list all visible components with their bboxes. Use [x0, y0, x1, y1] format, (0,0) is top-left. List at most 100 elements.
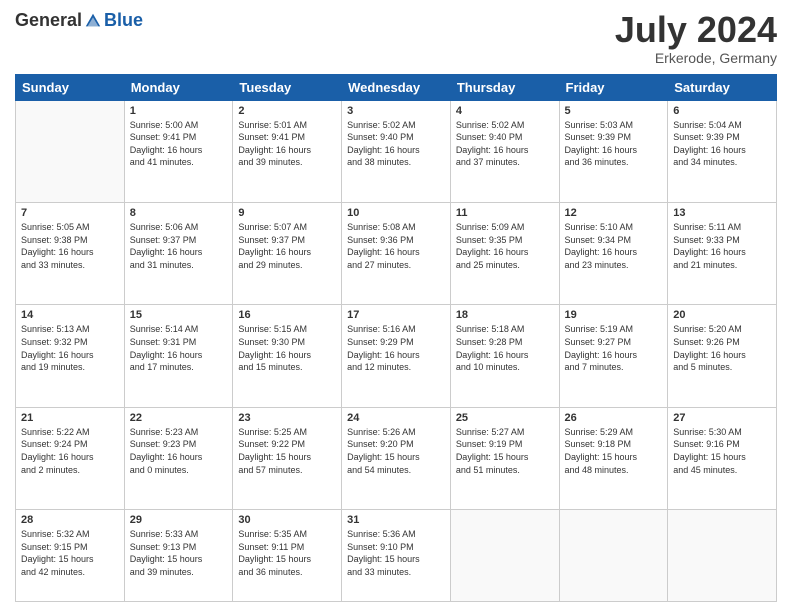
week-row-0: 1 Sunrise: 5:00 AM Sunset: 9:41 PM Daylig…	[16, 100, 777, 202]
day-number: 30	[238, 514, 336, 526]
col-saturday: Saturday	[668, 74, 777, 100]
week-row-4: 28Sunrise: 5:32 AM Sunset: 9:15 PM Dayli…	[16, 510, 777, 602]
day-cell: 25 Sunrise: 5:27 AM Sunset: 9:19 PM Dayli…	[450, 407, 559, 509]
day-info: Sunrise: 5:13 AM Sunset: 9:32 PM Dayligh…	[21, 323, 119, 373]
day-info: Sunrise: 5:05 AM Sunset: 9:38 PM Dayligh…	[21, 221, 119, 271]
day-number: 7	[21, 207, 119, 219]
day-number: 6	[673, 105, 771, 117]
day-info: Sunrise: 5:27 AM Sunset: 9:19 PM Dayligh…	[456, 426, 554, 476]
day-cell: 16 Sunrise: 5:15 AM Sunset: 9:30 PM Dayli…	[233, 305, 342, 407]
day-info: Sunrise: 5:11 AM Sunset: 9:33 PM Dayligh…	[673, 221, 771, 271]
day-number: 26	[565, 412, 663, 424]
day-info: Sunrise: 5:04 AM Sunset: 9:39 PM Dayligh…	[673, 119, 771, 169]
col-wednesday: Wednesday	[342, 74, 451, 100]
day-number: 29	[130, 514, 228, 526]
header: General Blue July 2024 Erkerode, Germany	[15, 10, 777, 66]
day-info: Sunrise: 5:35 AM Sunset: 9:11 PM Dayligh…	[238, 528, 336, 578]
day-number: 11	[456, 207, 554, 219]
day-info: Sunrise: 5:07 AM Sunset: 9:37 PM Dayligh…	[238, 221, 336, 271]
day-number: 16	[238, 309, 336, 321]
day-info: Sunrise: 5:26 AM Sunset: 9:20 PM Dayligh…	[347, 426, 445, 476]
day-info: Sunrise: 5:20 AM Sunset: 9:26 PM Dayligh…	[673, 323, 771, 373]
day-cell: 17 Sunrise: 5:16 AM Sunset: 9:29 PM Dayli…	[342, 305, 451, 407]
week-row-1: 7 Sunrise: 5:05 AM Sunset: 9:38 PM Daylig…	[16, 203, 777, 305]
logo-icon	[84, 12, 102, 30]
week-row-2: 14 Sunrise: 5:13 AM Sunset: 9:32 PM Dayli…	[16, 305, 777, 407]
day-cell: 21 Sunrise: 5:22 AM Sunset: 9:24 PM Dayli…	[16, 407, 125, 509]
day-number: 23	[238, 412, 336, 424]
day-info: Sunrise: 5:03 AM Sunset: 9:39 PM Dayligh…	[565, 119, 663, 169]
day-number: 9	[238, 207, 336, 219]
day-number: 28	[21, 514, 119, 526]
week-row-3: 21 Sunrise: 5:22 AM Sunset: 9:24 PM Dayli…	[16, 407, 777, 509]
day-number: 24	[347, 412, 445, 424]
day-cell: 30 Sunrise: 5:35 AM Sunset: 9:11 PM Dayli…	[233, 510, 342, 602]
day-cell: 24 Sunrise: 5:26 AM Sunset: 9:20 PM Dayli…	[342, 407, 451, 509]
col-thursday: Thursday	[450, 74, 559, 100]
day-cell: 27Sunrise: 5:30 AM Sunset: 9:16 PM Dayli…	[668, 407, 777, 509]
day-cell: 4 Sunrise: 5:02 AM Sunset: 9:40 PM Daylig…	[450, 100, 559, 202]
day-number: 10	[347, 207, 445, 219]
day-info: Sunrise: 5:36 AM Sunset: 9:10 PM Dayligh…	[347, 528, 445, 578]
day-cell: 11 Sunrise: 5:09 AM Sunset: 9:35 PM Dayli…	[450, 203, 559, 305]
day-cell: 15 Sunrise: 5:14 AM Sunset: 9:31 PM Dayli…	[124, 305, 233, 407]
day-cell	[559, 510, 668, 602]
day-info: Sunrise: 5:14 AM Sunset: 9:31 PM Dayligh…	[130, 323, 228, 373]
day-cell: 28Sunrise: 5:32 AM Sunset: 9:15 PM Dayli…	[16, 510, 125, 602]
day-info: Sunrise: 5:29 AM Sunset: 9:18 PM Dayligh…	[565, 426, 663, 476]
day-info: Sunrise: 5:15 AM Sunset: 9:30 PM Dayligh…	[238, 323, 336, 373]
day-cell: 13 Sunrise: 5:11 AM Sunset: 9:33 PM Dayli…	[668, 203, 777, 305]
col-sunday: Sunday	[16, 74, 125, 100]
day-cell: 31 Sunrise: 5:36 AM Sunset: 9:10 PM Dayli…	[342, 510, 451, 602]
day-cell	[16, 100, 125, 202]
day-cell: 5 Sunrise: 5:03 AM Sunset: 9:39 PM Daylig…	[559, 100, 668, 202]
day-cell	[450, 510, 559, 602]
day-info: Sunrise: 5:30 AM Sunset: 9:16 PM Dayligh…	[673, 426, 771, 476]
day-info: Sunrise: 5:16 AM Sunset: 9:29 PM Dayligh…	[347, 323, 445, 373]
day-info: Sunrise: 5:10 AM Sunset: 9:34 PM Dayligh…	[565, 221, 663, 271]
day-number: 13	[673, 207, 771, 219]
day-cell: 2Sunrise: 5:01 AM Sunset: 9:41 PM Daylig…	[233, 100, 342, 202]
day-number: 21	[21, 412, 119, 424]
day-number: 12	[565, 207, 663, 219]
day-number: 8	[130, 207, 228, 219]
day-cell: 6 Sunrise: 5:04 AM Sunset: 9:39 PM Daylig…	[668, 100, 777, 202]
day-number: 22	[130, 412, 228, 424]
day-info: Sunrise: 5:02 AM Sunset: 9:40 PM Dayligh…	[456, 119, 554, 169]
day-cell: 14 Sunrise: 5:13 AM Sunset: 9:32 PM Dayli…	[16, 305, 125, 407]
month-title: July 2024	[615, 10, 777, 50]
day-cell: 20Sunrise: 5:20 AM Sunset: 9:26 PM Dayli…	[668, 305, 777, 407]
day-info: Sunrise: 5:18 AM Sunset: 9:28 PM Dayligh…	[456, 323, 554, 373]
col-tuesday: Tuesday	[233, 74, 342, 100]
title-area: July 2024 Erkerode, Germany	[615, 10, 777, 66]
col-monday: Monday	[124, 74, 233, 100]
day-number: 31	[347, 514, 445, 526]
logo-text: General Blue	[15, 10, 143, 31]
day-info: Sunrise: 5:02 AM Sunset: 9:40 PM Dayligh…	[347, 119, 445, 169]
day-number: 14	[21, 309, 119, 321]
day-number: 17	[347, 309, 445, 321]
day-number: 15	[130, 309, 228, 321]
day-number: 3	[347, 105, 445, 117]
day-number: 5	[565, 105, 663, 117]
day-cell: 26 Sunrise: 5:29 AM Sunset: 9:18 PM Dayli…	[559, 407, 668, 509]
day-cell: 3 Sunrise: 5:02 AM Sunset: 9:40 PM Daylig…	[342, 100, 451, 202]
day-info: Sunrise: 5:23 AM Sunset: 9:23 PM Dayligh…	[130, 426, 228, 476]
day-number: 25	[456, 412, 554, 424]
day-cell: 29Sunrise: 5:33 AM Sunset: 9:13 PM Dayli…	[124, 510, 233, 602]
day-cell: 8 Sunrise: 5:06 AM Sunset: 9:37 PM Daylig…	[124, 203, 233, 305]
day-number: 19	[565, 309, 663, 321]
day-number: 4	[456, 105, 554, 117]
day-cell	[668, 510, 777, 602]
day-info: Sunrise: 5:06 AM Sunset: 9:37 PM Dayligh…	[130, 221, 228, 271]
day-number: 18	[456, 309, 554, 321]
day-cell: 7 Sunrise: 5:05 AM Sunset: 9:38 PM Daylig…	[16, 203, 125, 305]
day-info: Sunrise: 5:19 AM Sunset: 9:27 PM Dayligh…	[565, 323, 663, 373]
day-number: 1	[130, 105, 228, 117]
day-info: Sunrise: 5:00 AM Sunset: 9:41 PM Dayligh…	[130, 119, 228, 169]
day-info: Sunrise: 5:25 AM Sunset: 9:22 PM Dayligh…	[238, 426, 336, 476]
day-info: Sunrise: 5:22 AM Sunset: 9:24 PM Dayligh…	[21, 426, 119, 476]
day-cell: 9 Sunrise: 5:07 AM Sunset: 9:37 PM Daylig…	[233, 203, 342, 305]
day-info: Sunrise: 5:09 AM Sunset: 9:35 PM Dayligh…	[456, 221, 554, 271]
day-cell: 1 Sunrise: 5:00 AM Sunset: 9:41 PM Daylig…	[124, 100, 233, 202]
